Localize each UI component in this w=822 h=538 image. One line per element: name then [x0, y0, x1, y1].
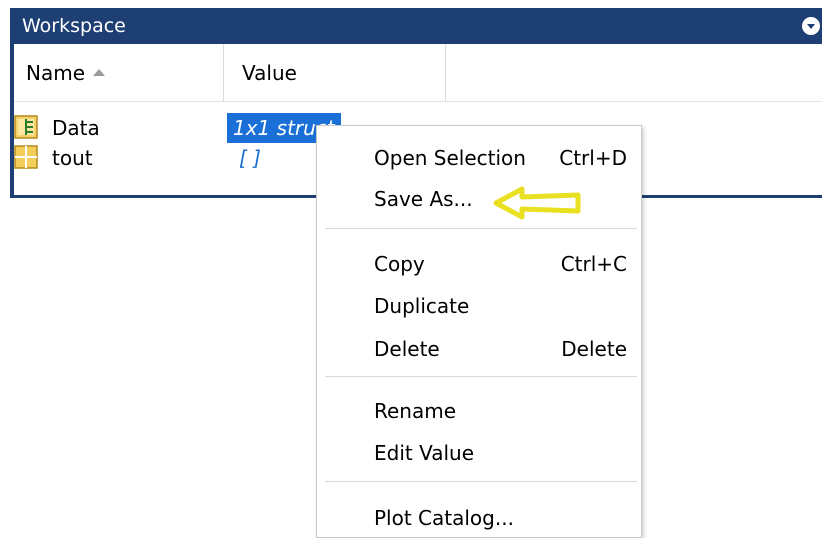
menu-item-duplicate[interactable]: Duplicate	[317, 286, 641, 326]
menu-item-delete[interactable]: Delete Delete	[317, 329, 641, 369]
menu-item-save-as[interactable]: Save As...	[317, 179, 641, 219]
column-header-value[interactable]: Value	[224, 44, 446, 102]
chevron-down-circle-icon[interactable]	[802, 17, 820, 35]
menu-item-copy[interactable]: Copy Ctrl+C	[317, 244, 641, 284]
sort-ascending-icon	[93, 69, 106, 76]
panel-title: Workspace	[22, 15, 126, 37]
menu-item-label: Copy	[374, 252, 425, 276]
panel-titlebar: Workspace	[10, 8, 822, 44]
menu-item-open-selection[interactable]: Open Selection Ctrl+D	[317, 138, 641, 178]
menu-separator	[325, 481, 637, 482]
menu-item-shortcut: Ctrl+D	[559, 146, 627, 170]
variable-value: [ ]	[239, 146, 261, 170]
menu-separator	[325, 376, 637, 377]
menu-item-label: Plot Catalog...	[374, 506, 514, 530]
menu-item-label: Save As...	[374, 187, 473, 211]
left-arrow-icon	[493, 186, 581, 220]
menu-item-label: Duplicate	[374, 294, 470, 318]
menu-separator	[325, 228, 637, 229]
menu-item-label: Rename	[374, 399, 457, 423]
struct-icon	[14, 115, 38, 139]
menu-item-edit-value[interactable]: Edit Value	[317, 433, 641, 473]
column-header-name[interactable]: Name	[14, 44, 224, 102]
table-header: Name Value	[14, 44, 822, 102]
menu-item-label: Edit Value	[374, 441, 475, 465]
menu-item-shortcut: Ctrl+C	[560, 252, 627, 276]
column-header-name-label: Name	[26, 61, 86, 85]
menu-item-plot-catalog[interactable]: Plot Catalog...	[317, 498, 641, 538]
column-header-value-label: Value	[242, 61, 297, 85]
variable-name: Data	[52, 116, 100, 140]
menu-item-rename[interactable]: Rename	[317, 391, 641, 431]
menu-item-label: Delete	[374, 337, 440, 361]
menu-item-shortcut: Delete	[561, 337, 627, 361]
menu-item-label: Open Selection	[374, 146, 526, 170]
variable-name: tout	[52, 146, 93, 170]
context-menu: Open Selection Ctrl+D Save As... Copy Ct…	[316, 125, 642, 538]
matrix-icon	[14, 145, 38, 169]
